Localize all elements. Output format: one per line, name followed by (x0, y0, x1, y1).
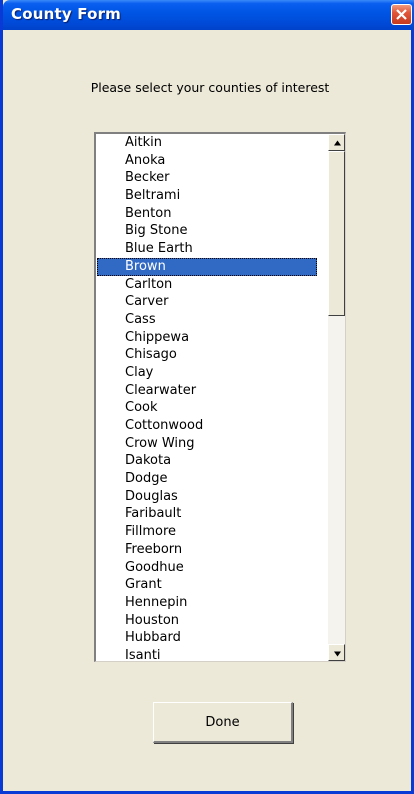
scroll-down-arrow-icon (334, 651, 341, 657)
county-list-item[interactable]: Isanti (97, 647, 317, 661)
scroll-up-button[interactable] (328, 134, 345, 151)
county-list-item[interactable]: Beltrami (97, 187, 317, 205)
county-list-item[interactable]: Grant (97, 576, 317, 594)
county-list-item[interactable]: Cook (97, 399, 317, 417)
county-list-item[interactable]: Big Stone (97, 222, 317, 240)
county-list-item[interactable]: Cottonwood (97, 417, 317, 435)
instruction-label: Please select your counties of interest (90, 80, 330, 95)
scroll-up-arrow-icon (334, 140, 341, 146)
county-list-item[interactable]: Hubbard (97, 629, 317, 647)
close-icon (396, 9, 407, 20)
scroll-thumb[interactable] (328, 151, 345, 316)
county-list-item[interactable]: Chisago (97, 346, 317, 364)
county-list-item[interactable]: Carver (97, 293, 317, 311)
county-list: Aitkin Anoka Becker Beltrami Benton Big Stone… (97, 134, 317, 661)
county-list-item[interactable]: Hennepin (97, 594, 317, 612)
county-listbox[interactable]: Aitkin Anoka Becker Beltrami Benton Big Stone… (94, 132, 346, 662)
county-list-item[interactable]: Aitkin (97, 134, 317, 152)
county-list-item[interactable]: Benton (97, 205, 317, 223)
county-list-item[interactable]: Carlton (97, 276, 317, 294)
window-title: County Form (11, 5, 122, 23)
county-list-item[interactable]: Dakota (97, 452, 317, 470)
county-list-item[interactable]: Goodhue (97, 559, 317, 577)
county-list-item[interactable]: Faribault (97, 505, 317, 523)
county-list-item[interactable]: Houston (97, 612, 317, 630)
title-bar[interactable]: County Form (3, 0, 414, 30)
close-button[interactable] (391, 4, 412, 25)
county-form-window: County Form Please select your counties … (0, 0, 414, 794)
county-list-item[interactable]: Freeborn (97, 541, 317, 559)
county-list-item[interactable]: Clay (97, 364, 317, 382)
county-list-item[interactable]: Fillmore (97, 523, 317, 541)
scroll-down-button[interactable] (328, 644, 345, 661)
county-list-item[interactable]: Cass (97, 311, 317, 329)
county-list-item[interactable]: Becker (97, 169, 317, 187)
county-list-item[interactable]: Crow Wing (97, 435, 317, 453)
county-list-item[interactable]: Anoka (97, 152, 317, 170)
county-list-item[interactable]: Dodge (97, 470, 317, 488)
listbox-scrollbar[interactable] (328, 134, 345, 661)
county-list-item[interactable]: Douglas (97, 488, 317, 506)
county-list-item[interactable]: Blue Earth (97, 240, 317, 258)
done-button[interactable]: Done (153, 702, 293, 743)
county-list-item[interactable]: Brown (97, 257, 317, 276)
county-list-item[interactable]: Clearwater (97, 382, 317, 400)
county-list-item[interactable]: Chippewa (97, 329, 317, 347)
